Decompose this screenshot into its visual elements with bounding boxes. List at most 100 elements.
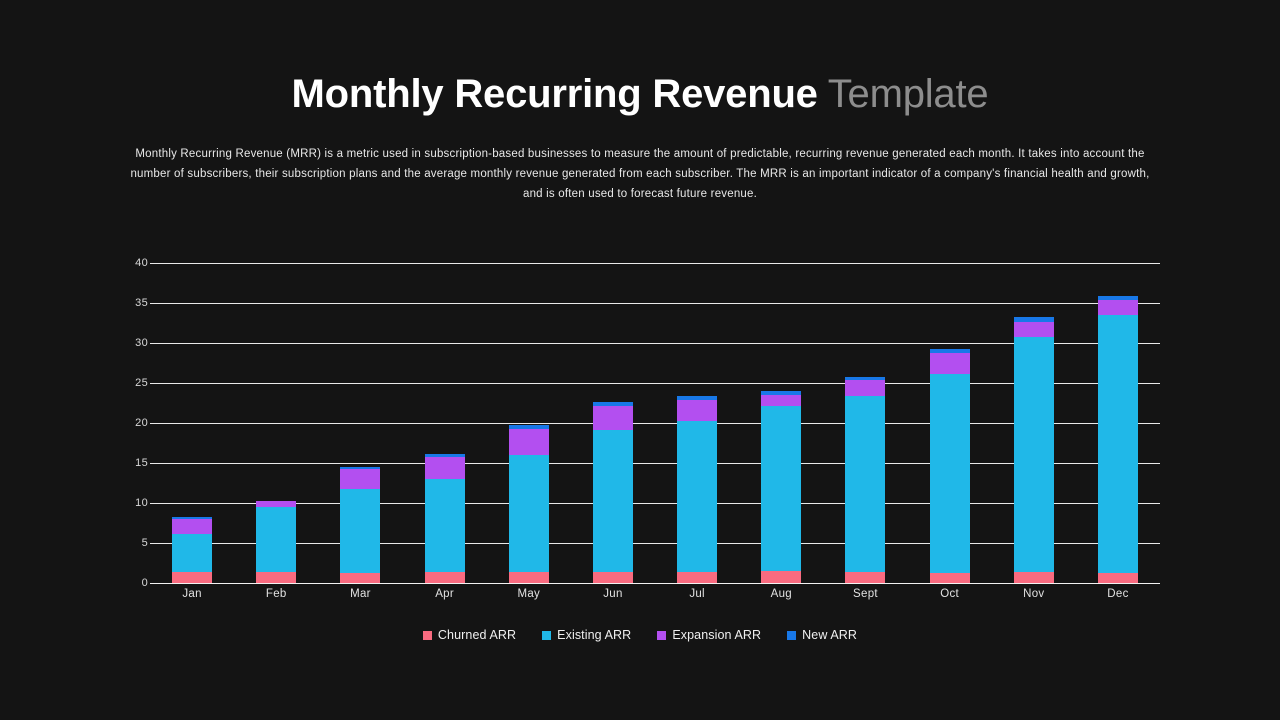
bar-column[interactable] — [487, 263, 571, 583]
slide-canvas: Monthly Recurring Revenue Template Monthl… — [0, 0, 1280, 720]
stacked-bar[interactable] — [845, 376, 886, 583]
bar-column[interactable] — [908, 263, 992, 583]
bar-segment-churned-arr[interactable] — [929, 572, 970, 583]
stacked-bar[interactable] — [677, 395, 718, 583]
y-axis-tick-label: 5 — [141, 537, 148, 549]
y-axis-tick-label: 40 — [135, 257, 148, 269]
title-main: Monthly Recurring Revenue — [291, 72, 818, 116]
x-axis-tick-label: Aug — [770, 588, 792, 600]
stacked-bar[interactable] — [508, 425, 549, 583]
bar-column[interactable] — [655, 263, 739, 583]
bar-segment-churned-arr[interactable] — [340, 572, 381, 583]
bar-segment-existing-arr[interactable] — [761, 406, 802, 571]
x-axis-tick-label: Mar — [350, 588, 371, 600]
bar-segment-expansion-arr[interactable] — [845, 379, 886, 396]
description-text: Monthly Recurring Revenue (MRR) is a met… — [130, 148, 1150, 200]
legend-item[interactable]: Churned ARR — [422, 628, 517, 642]
bar-segment-churned-arr[interactable] — [1097, 572, 1138, 583]
bar-segment-expansion-arr[interactable] — [929, 353, 970, 375]
bar-segment-existing-arr[interactable] — [929, 374, 970, 573]
y-axis-tick-label: 10 — [135, 497, 148, 509]
y-axis-tick-label: 0 — [141, 577, 148, 589]
bar-segment-expansion-arr[interactable] — [508, 429, 549, 456]
y-axis-tick-label: 30 — [135, 337, 148, 349]
bar-segment-churned-arr[interactable] — [256, 571, 297, 583]
legend-label: Existing ARR — [557, 628, 632, 642]
bar-segment-expansion-arr[interactable] — [1097, 299, 1138, 316]
bar-column[interactable] — [318, 263, 402, 583]
legend-swatch-icon — [787, 630, 797, 640]
stacked-bar[interactable] — [1097, 295, 1138, 583]
bar-segment-existing-arr[interactable] — [677, 421, 718, 572]
legend-label: Churned ARR — [437, 628, 517, 642]
stacked-bar[interactable] — [761, 391, 802, 583]
legend-item[interactable]: Expansion ARR — [657, 628, 761, 642]
bar-segment-expansion-arr[interactable] — [592, 406, 633, 431]
bar-column[interactable] — [739, 263, 823, 583]
title-subtitle: Template — [827, 72, 989, 116]
x-axis-tick-label: Jan — [182, 588, 202, 600]
bar-segment-expansion-arr[interactable] — [340, 469, 381, 489]
y-axis-tick-label: 15 — [135, 457, 148, 469]
gridline — [150, 583, 1160, 584]
x-axis-tick-label: Nov — [1023, 588, 1045, 600]
stacked-bar[interactable] — [929, 348, 970, 583]
bar-column[interactable] — [150, 263, 234, 583]
legend-item[interactable]: New ARR — [787, 628, 857, 642]
bar-segment-existing-arr[interactable] — [256, 507, 297, 572]
bar-segment-existing-arr[interactable] — [340, 488, 381, 573]
legend-swatch-icon — [422, 630, 432, 640]
bar-segment-existing-arr[interactable] — [1013, 337, 1054, 572]
bar-column[interactable] — [823, 263, 907, 583]
bar-segment-churned-arr[interactable] — [1013, 571, 1054, 583]
y-axis-labels: 0 5 10 15 20 25 30 35 40 — [120, 250, 148, 596]
bar-segment-existing-arr[interactable] — [592, 430, 633, 572]
x-axis-labels: Jan Feb Mar Apr May Jun Jul Aug Sept Oct Nov Dec — [150, 588, 1160, 600]
y-axis-tick-label: 20 — [135, 417, 148, 429]
x-axis-tick-label: Jun — [603, 588, 623, 600]
y-axis-tick-label: 35 — [135, 297, 148, 309]
legend-swatch-icon — [657, 630, 667, 640]
stacked-bar[interactable] — [340, 467, 381, 583]
mrr-stacked-bar-chart: 0 5 10 15 20 25 30 35 40 Jan Feb Mar Apr May Jun Jul Au… — [120, 250, 1160, 600]
page-title: Monthly Recurring Revenue Template — [0, 72, 1280, 117]
bar-segment-expansion-arr[interactable] — [761, 395, 802, 407]
bar-segment-expansion-arr[interactable] — [677, 399, 718, 422]
bar-segment-churned-arr[interactable] — [845, 571, 886, 583]
bar-group — [150, 263, 1160, 583]
x-axis-tick-label: Oct — [940, 588, 960, 600]
bar-segment-existing-arr[interactable] — [1097, 315, 1138, 573]
legend-swatch-icon — [542, 630, 552, 640]
legend-item[interactable]: Existing ARR — [542, 628, 631, 642]
bar-column[interactable] — [1076, 263, 1160, 583]
bar-segment-existing-arr[interactable] — [845, 395, 886, 572]
bar-column[interactable] — [403, 263, 487, 583]
bar-segment-existing-arr[interactable] — [172, 534, 213, 572]
stacked-bar[interactable] — [424, 454, 465, 583]
stacked-bar[interactable] — [592, 402, 633, 583]
bar-segment-existing-arr[interactable] — [424, 479, 465, 572]
stacked-bar[interactable] — [256, 500, 297, 583]
bar-column[interactable] — [992, 263, 1076, 583]
bar-segment-existing-arr[interactable] — [508, 455, 549, 572]
bar-segment-churned-arr[interactable] — [592, 571, 633, 583]
bar-segment-expansion-arr[interactable] — [172, 519, 213, 535]
bar-column[interactable] — [571, 263, 655, 583]
bar-segment-expansion-arr[interactable] — [1013, 322, 1054, 338]
bar-segment-churned-arr[interactable] — [424, 571, 465, 583]
x-axis-tick-label: Feb — [265, 588, 287, 600]
stacked-bar[interactable] — [1013, 316, 1054, 583]
x-axis-tick-label: May — [517, 588, 541, 600]
legend-label: Expansion ARR — [672, 628, 762, 642]
bar-segment-churned-arr[interactable] — [508, 571, 549, 583]
stacked-bar[interactable] — [172, 516, 213, 583]
bar-segment-expansion-arr[interactable] — [424, 456, 465, 480]
bar-segment-churned-arr[interactable] — [677, 571, 718, 583]
plot-area — [150, 263, 1160, 584]
x-axis-tick-label: Dec — [1107, 588, 1129, 600]
x-axis-tick-label: Sept — [853, 588, 878, 600]
chart-legend: Churned ARR Existing ARR Expansion ARR New … — [0, 628, 1280, 642]
bar-column[interactable] — [234, 263, 318, 583]
bar-segment-churned-arr[interactable] — [172, 571, 213, 583]
bar-segment-churned-arr[interactable] — [761, 571, 802, 583]
